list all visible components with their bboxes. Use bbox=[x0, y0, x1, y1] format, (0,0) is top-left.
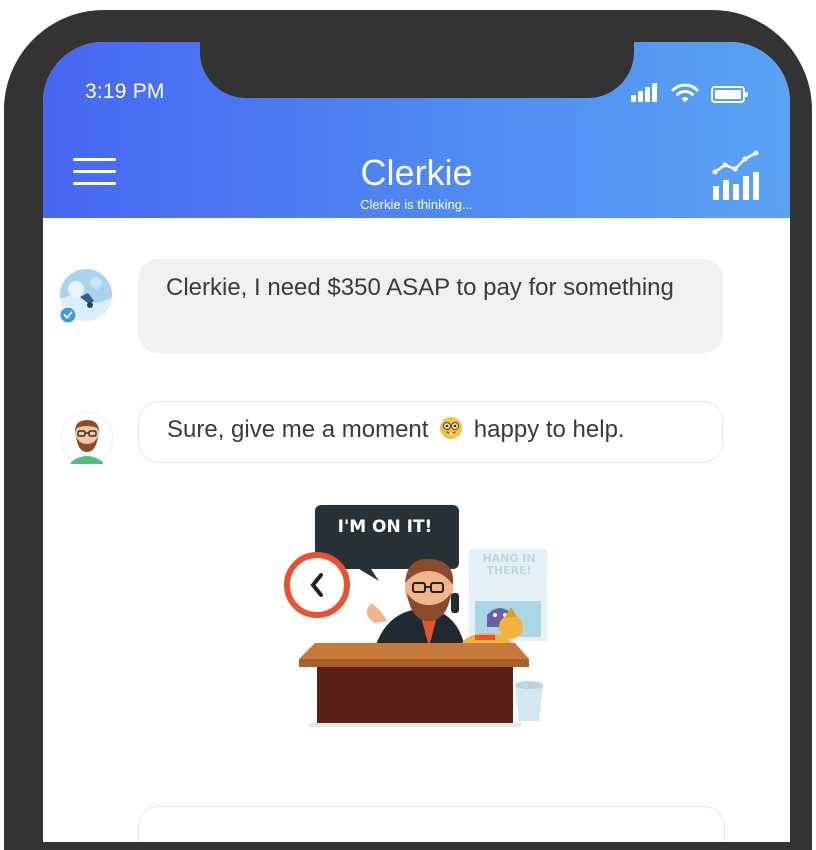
user-avatar[interactable] bbox=[59, 269, 112, 324]
status-time: 3:19 PM bbox=[85, 80, 165, 103]
working-illustration: I'M ON IT! HANG IN THERE! bbox=[279, 497, 549, 747]
clerkie-avatar[interactable] bbox=[60, 411, 114, 465]
cellular-signal-icon bbox=[631, 82, 661, 104]
stats-button[interactable] bbox=[711, 150, 763, 202]
wifi-icon bbox=[671, 83, 699, 103]
message-text-end: happy to help. bbox=[473, 416, 625, 443]
speech-bubble-text: I'M ON IT! bbox=[337, 517, 433, 537]
user-message-bubble: Clerkie, I need $350 ASAP to pay for som… bbox=[138, 259, 723, 353]
nerd-face-emoji-icon bbox=[440, 417, 463, 439]
message-text: Sure, give me a moment bbox=[167, 416, 429, 443]
bar-chart-trend-icon bbox=[712, 150, 759, 200]
battery-icon bbox=[711, 86, 748, 103]
clerkie-message-bubble: Sure, give me a moment happy to help. bbox=[138, 401, 723, 463]
poster-text: HANG IN THERE! bbox=[482, 552, 536, 577]
app-screen: 3:19 PM Clerkie Clerkie is thinking... C… bbox=[43, 42, 790, 842]
device-notch bbox=[200, 42, 634, 98]
status-subtitle: Clerkie is thinking... bbox=[360, 197, 473, 212]
next-message-bubble bbox=[138, 806, 725, 842]
app-title: Clerkie bbox=[360, 152, 473, 193]
verified-badge-icon bbox=[60, 307, 76, 323]
